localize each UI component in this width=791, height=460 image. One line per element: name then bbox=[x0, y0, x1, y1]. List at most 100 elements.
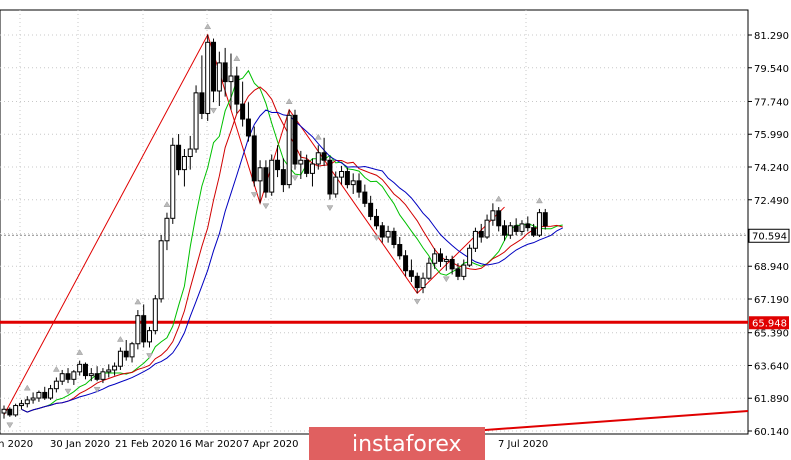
candle-body bbox=[275, 159, 281, 171]
candle bbox=[519, 220, 525, 236]
candle bbox=[426, 257, 432, 281]
candle-body bbox=[321, 152, 327, 161]
candle bbox=[269, 154, 275, 196]
y-tick-label: 60.140 bbox=[754, 427, 789, 438]
candle bbox=[356, 173, 362, 198]
candle-body bbox=[309, 163, 315, 174]
candle-body bbox=[48, 388, 54, 399]
candle-body bbox=[339, 170, 345, 178]
candle-body bbox=[298, 159, 304, 165]
candle bbox=[385, 225, 391, 243]
candle-body bbox=[519, 223, 525, 232]
candle-body bbox=[420, 277, 426, 289]
price-chart[interactable]: 60.14061.89063.64065.39067.19068.94070.6… bbox=[0, 0, 791, 460]
ma-mid-line bbox=[21, 86, 563, 413]
fractal-up-icon bbox=[233, 55, 241, 61]
fractal-up-icon bbox=[163, 201, 171, 207]
candle-body bbox=[507, 225, 513, 236]
candle-body bbox=[327, 159, 333, 195]
watermark-text: instaforex bbox=[352, 432, 462, 457]
candles bbox=[1, 34, 548, 419]
fractal-down-icon bbox=[93, 386, 101, 393]
candle-body bbox=[362, 191, 368, 204]
candle-body bbox=[100, 371, 106, 380]
candle bbox=[117, 347, 123, 370]
candle bbox=[507, 222, 513, 239]
x-tick-label: an 2020 bbox=[0, 439, 33, 450]
candle-body bbox=[502, 225, 508, 236]
candle-body bbox=[129, 343, 135, 358]
candle bbox=[490, 203, 496, 226]
candle bbox=[71, 369, 77, 385]
candle-body bbox=[391, 230, 397, 246]
candle-body bbox=[426, 262, 432, 279]
candle-body bbox=[385, 230, 391, 238]
candle-body bbox=[496, 210, 502, 227]
fractal-down-icon bbox=[146, 353, 153, 359]
fractal-up-icon bbox=[314, 133, 322, 140]
fractal-up-icon bbox=[134, 298, 142, 305]
candle-body bbox=[373, 215, 379, 227]
candle bbox=[379, 222, 385, 243]
candle-body bbox=[106, 369, 112, 373]
candle-body bbox=[484, 219, 490, 238]
candle bbox=[251, 126, 257, 187]
candle bbox=[467, 244, 473, 267]
candle-body bbox=[59, 373, 65, 382]
candle bbox=[48, 384, 54, 400]
candle-body bbox=[240, 103, 246, 120]
candle-body bbox=[170, 144, 176, 219]
candle-body bbox=[176, 144, 182, 171]
candle bbox=[327, 156, 333, 200]
candle bbox=[391, 227, 397, 249]
candle bbox=[205, 34, 211, 121]
candle bbox=[112, 362, 118, 376]
candle bbox=[234, 66, 240, 114]
fractal-down-icon bbox=[291, 175, 299, 182]
candle bbox=[280, 158, 286, 193]
candle bbox=[1, 405, 7, 419]
candle-body bbox=[13, 405, 19, 416]
candle bbox=[147, 326, 152, 348]
candle-body bbox=[513, 225, 519, 232]
candle bbox=[414, 272, 420, 294]
candle bbox=[240, 81, 246, 127]
x-tick-label: 30 Jan 2020 bbox=[50, 439, 110, 450]
candle bbox=[496, 207, 502, 232]
candle-body bbox=[123, 350, 129, 358]
fractal-up-icon bbox=[204, 23, 212, 30]
candle bbox=[94, 366, 100, 382]
fractal-up-icon bbox=[23, 384, 31, 391]
candle bbox=[478, 223, 484, 243]
x-tick-label: 7 Apr 2020 bbox=[243, 439, 298, 450]
watermark: instaforex bbox=[309, 427, 485, 460]
candle-body bbox=[280, 169, 286, 186]
x-tick-label: 21 Feb 2020 bbox=[115, 439, 177, 450]
candle-body bbox=[286, 114, 292, 186]
candle-body bbox=[199, 92, 205, 114]
candle-body bbox=[531, 227, 537, 236]
fractal-down-icon bbox=[6, 422, 14, 429]
candle bbox=[403, 250, 409, 277]
candle-body bbox=[467, 247, 473, 266]
candle bbox=[170, 137, 176, 224]
fractal-up-icon bbox=[285, 98, 293, 104]
fractal-down-icon bbox=[413, 298, 421, 305]
candle-body bbox=[94, 373, 100, 380]
candle bbox=[350, 173, 356, 194]
candle bbox=[176, 134, 182, 176]
trend-lines bbox=[0, 33, 749, 435]
candle bbox=[484, 214, 490, 239]
current-price-box: 70.594 bbox=[748, 228, 790, 243]
candle bbox=[216, 51, 222, 106]
candle-body bbox=[187, 148, 193, 158]
candle bbox=[65, 368, 71, 384]
candle-body bbox=[350, 180, 356, 186]
candle-body bbox=[7, 408, 13, 416]
candle bbox=[373, 208, 379, 230]
support-price-box: 65.948 bbox=[749, 316, 789, 330]
candle-body bbox=[455, 268, 461, 277]
candle-body bbox=[443, 258, 449, 262]
candle bbox=[53, 377, 59, 393]
fractal-down-icon bbox=[262, 203, 270, 210]
